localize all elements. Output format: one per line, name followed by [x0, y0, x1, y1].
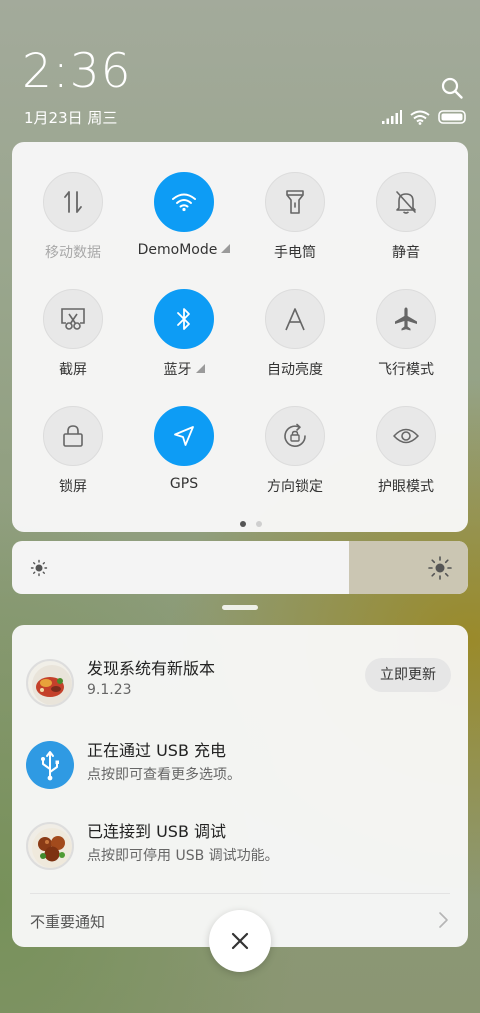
rotation-lock-icon: [284, 423, 306, 447]
wifi-status-icon: [410, 110, 430, 125]
status-bar: 2:36 1月23日 周三: [0, 0, 480, 140]
drag-handle[interactable]: [222, 605, 258, 610]
tile-label: GPS: [169, 476, 199, 492]
notification-subtitle: 点按即可停用 USB 调试功能。: [87, 848, 279, 864]
tile-auto-brightness[interactable]: 自动亮度: [240, 289, 350, 399]
tile-label-row: DemoMode: [129, 242, 239, 258]
notification-title: 发现系统有新版本: [87, 659, 216, 678]
brightness-slider[interactable]: [12, 541, 468, 594]
gps-icon: [174, 426, 194, 446]
food-thumbnail: [26, 659, 74, 707]
expand-triangle-icon[interactable]: [221, 244, 231, 253]
tile-screenshot[interactable]: 截屏: [18, 289, 128, 399]
tile-circle[interactable]: [154, 406, 214, 466]
tile-lock-screen[interactable]: 锁屏: [18, 406, 128, 516]
eye-icon: [393, 428, 419, 444]
usb-icon: [26, 741, 74, 789]
tile-circle[interactable]: [376, 172, 436, 232]
page-dot-active[interactable]: [240, 521, 246, 527]
tile-rotation-lock[interactable]: 方向锁定: [240, 406, 350, 516]
lock-icon: [63, 425, 83, 447]
brightness-low-icon: [30, 559, 48, 577]
tile-label: 截屏: [59, 362, 87, 378]
tile-label: 手电筒: [274, 245, 316, 261]
bluetooth-icon: [177, 308, 190, 330]
tile-label: 移动数据: [45, 245, 101, 261]
close-icon: [231, 932, 249, 950]
signal-icon: [382, 110, 402, 124]
tile-mobile-data[interactable]: 移动数据: [18, 172, 128, 282]
notification-usb-charging[interactable]: 正在通过 USB 充电 点按即可查看更多选项。: [26, 735, 456, 795]
tile-gps[interactable]: GPS: [129, 406, 239, 516]
notification-subtitle: 点按即可查看更多选项。: [87, 767, 241, 783]
meatball-thumbnail: [26, 822, 74, 870]
screenshot-icon: [61, 308, 85, 330]
notification-subtitle: 9.1.23: [87, 682, 132, 698]
mobile-data-icon: [64, 191, 82, 213]
notifications-panel: 发现系统有新版本 9.1.23 立即更新 正在通过 USB 充电 点按即可查看更…: [12, 625, 468, 947]
tile-circle[interactable]: [43, 406, 103, 466]
tile-label: 锁屏: [59, 479, 87, 495]
tile-flashlight[interactable]: 手电筒: [240, 172, 350, 282]
expand-triangle-icon[interactable]: [195, 364, 205, 373]
unimportant-notifications-link[interactable]: 不重要通知: [30, 911, 105, 932]
tile-label: 自动亮度: [267, 362, 323, 378]
notification-title: 已连接到 USB 调试: [87, 822, 227, 841]
page-indicator: [240, 521, 262, 527]
system-icons: [382, 109, 468, 125]
battery-icon: [438, 110, 466, 124]
tile-wifi[interactable]: DemoMode: [129, 172, 239, 282]
update-now-button[interactable]: 立即更新: [365, 658, 451, 692]
airplane-icon: [395, 307, 417, 331]
tile-label: 方向锁定: [267, 479, 323, 495]
brightness-high-icon: [428, 556, 452, 580]
tile-label: DemoMode: [137, 242, 218, 258]
divider: [30, 893, 450, 894]
date: 1月23日 周三: [24, 109, 118, 127]
tile-circle[interactable]: [265, 172, 325, 232]
clock: 2:36: [22, 44, 132, 99]
notification-title: 正在通过 USB 充电: [87, 741, 227, 760]
tile-mute[interactable]: 静音: [351, 172, 461, 282]
tile-label-row: 蓝牙: [129, 359, 239, 379]
tile-circle[interactable]: [43, 289, 103, 349]
tile-circle[interactable]: [154, 172, 214, 232]
tile-airplane[interactable]: 飞行模式: [351, 289, 461, 399]
tile-label: 蓝牙: [163, 362, 192, 378]
flashlight-icon: [286, 190, 304, 214]
mute-bell-icon: [396, 191, 416, 214]
tile-circle[interactable]: [265, 289, 325, 349]
quick-settings-panel: 移动数据 DemoMode 手电筒 静音 截屏 蓝牙 自动亮度 飞行模式 锁屏 …: [12, 142, 468, 532]
chevron-right-icon[interactable]: [436, 911, 450, 929]
auto-brightness-icon: [285, 308, 305, 331]
tile-bluetooth[interactable]: 蓝牙: [129, 289, 239, 399]
tile-eye-care[interactable]: 护眼模式: [351, 406, 461, 516]
page-dot[interactable]: [256, 521, 262, 527]
tile-circle[interactable]: [43, 172, 103, 232]
clear-all-button[interactable]: [209, 910, 271, 972]
tile-circle[interactable]: [376, 406, 436, 466]
search-icon[interactable]: [440, 76, 464, 100]
tile-label: 静音: [392, 245, 420, 261]
tile-label: 飞行模式: [378, 362, 434, 378]
tile-circle[interactable]: [265, 406, 325, 466]
tile-circle[interactable]: [154, 289, 214, 349]
tile-circle[interactable]: [376, 289, 436, 349]
tile-label: 护眼模式: [378, 479, 434, 495]
wifi-icon: [172, 193, 196, 212]
notification-usb-debugging[interactable]: 已连接到 USB 调试 点按即可停用 USB 调试功能。: [26, 816, 456, 876]
